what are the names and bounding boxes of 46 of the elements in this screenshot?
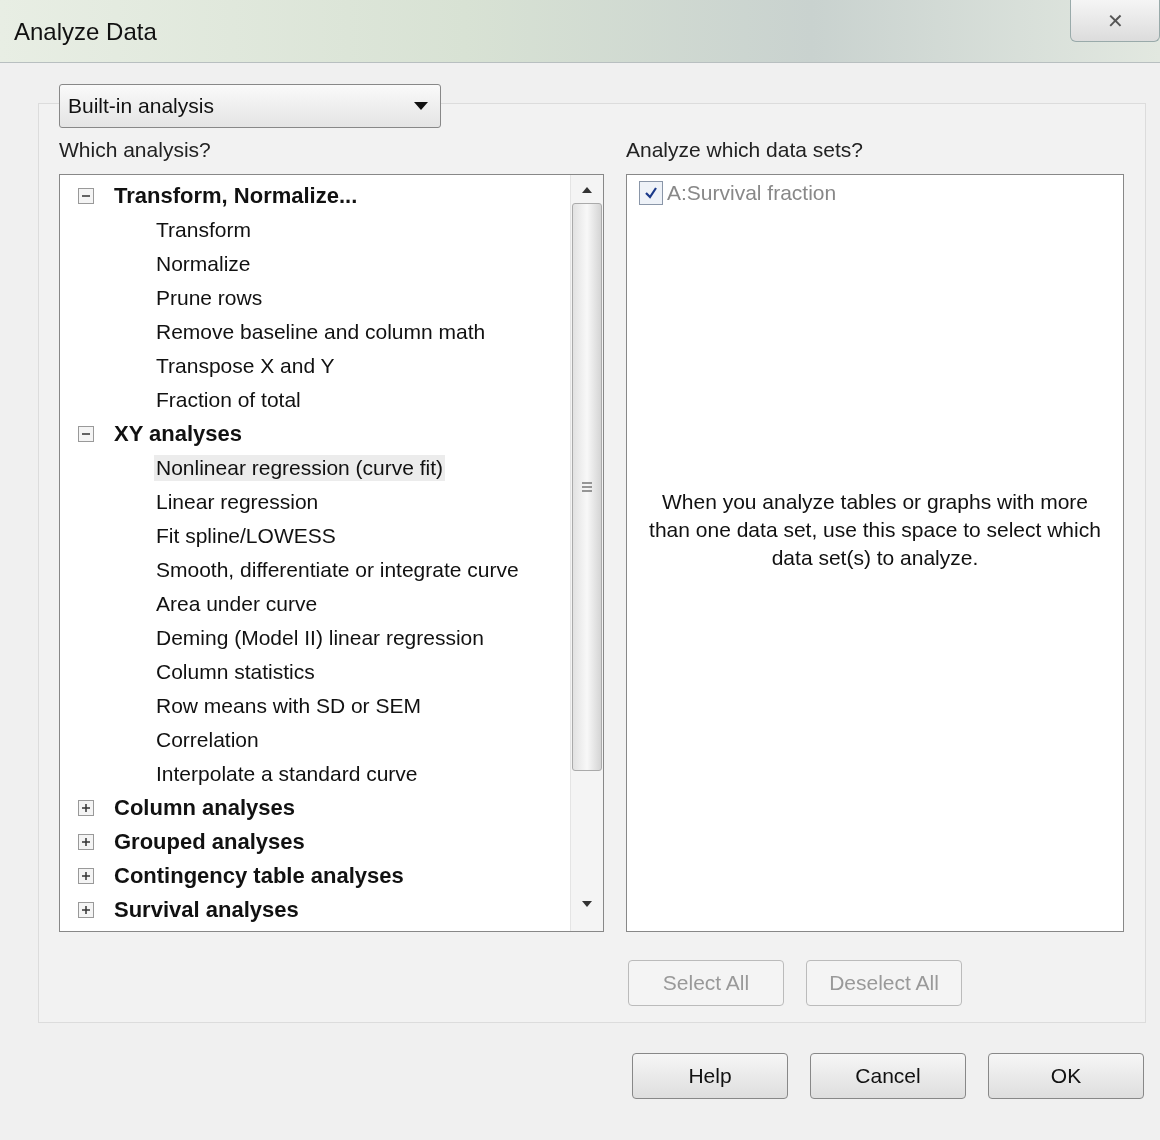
data-set-label: A:Survival fraction bbox=[667, 181, 837, 205]
tree-item[interactable]: Deming (Model II) linear regression bbox=[154, 625, 486, 651]
hint-text: When you analyze tables or graphs with more than one data set, use this space to select which data set(s) to analyze. bbox=[648, 489, 1102, 571]
tree-item[interactable]: Normalize bbox=[154, 251, 253, 277]
tree-item[interactable]: Linear regression bbox=[154, 489, 321, 515]
tree-item[interactable]: Fraction of total bbox=[154, 387, 303, 413]
collapse-icon[interactable] bbox=[78, 188, 94, 204]
tree-item[interactable]: Column statistics bbox=[154, 659, 317, 685]
dialog-button[interactable]: Cancel bbox=[810, 1053, 966, 1099]
analysis-type-dropdown[interactable]: Built-in analysis bbox=[59, 84, 441, 128]
collapse-icon[interactable] bbox=[78, 426, 94, 442]
dialog-button[interactable]: OK bbox=[988, 1053, 1144, 1099]
window-title: Analyze Data bbox=[14, 18, 157, 46]
tree-group[interactable]: Contingency table analyses bbox=[114, 863, 404, 889]
scrollbar[interactable] bbox=[570, 175, 603, 931]
tree-item[interactable]: Transpose X and Y bbox=[154, 353, 337, 379]
expand-icon[interactable] bbox=[78, 800, 94, 816]
tree-group[interactable]: Grouped analyses bbox=[114, 829, 305, 855]
tree-item[interactable]: Nonlinear regression (curve fit) bbox=[154, 455, 446, 481]
tree-item[interactable]: Correlation bbox=[154, 727, 261, 753]
expand-icon[interactable] bbox=[78, 868, 94, 884]
field-label: Which analysis? bbox=[59, 138, 212, 163]
close-button[interactable]: ✕ bbox=[1070, 0, 1160, 42]
tree-group[interactable]: Column analyses bbox=[114, 795, 295, 821]
caret-icon bbox=[414, 102, 428, 110]
tree-item[interactable]: Area under curve bbox=[154, 591, 320, 617]
tree-item[interactable]: Transform bbox=[154, 217, 253, 243]
expand-icon[interactable] bbox=[78, 834, 94, 850]
scroll-up-icon[interactable] bbox=[582, 187, 592, 193]
tree-item[interactable]: Fit spline/LOWESS bbox=[154, 523, 338, 549]
tree-group[interactable]: XY analyses bbox=[114, 421, 243, 447]
grip-icon bbox=[582, 481, 592, 493]
tree-item[interactable]: Smooth, differentiate or integrate curve bbox=[154, 557, 521, 583]
tree-item[interactable]: Remove baseline and column math bbox=[154, 319, 488, 345]
expand-icon[interactable] bbox=[78, 902, 94, 918]
checkmark-icon bbox=[643, 185, 659, 201]
tree-group[interactable]: Transform, Normalize... bbox=[114, 183, 358, 209]
scroll-down-icon[interactable] bbox=[582, 901, 592, 907]
dialog-button[interactable]: Help bbox=[632, 1053, 788, 1099]
checkbox[interactable] bbox=[639, 181, 663, 205]
tree-item[interactable]: Prune rows bbox=[154, 285, 265, 311]
field-label: Analyze which data sets? bbox=[626, 138, 864, 163]
scroll-thumb[interactable] bbox=[572, 203, 602, 771]
tree-item[interactable]: Row means with SD or SEM bbox=[154, 693, 423, 719]
tree-item[interactable]: Interpolate a standard curve bbox=[154, 761, 420, 787]
tree-group[interactable]: Survival analyses bbox=[114, 897, 299, 923]
